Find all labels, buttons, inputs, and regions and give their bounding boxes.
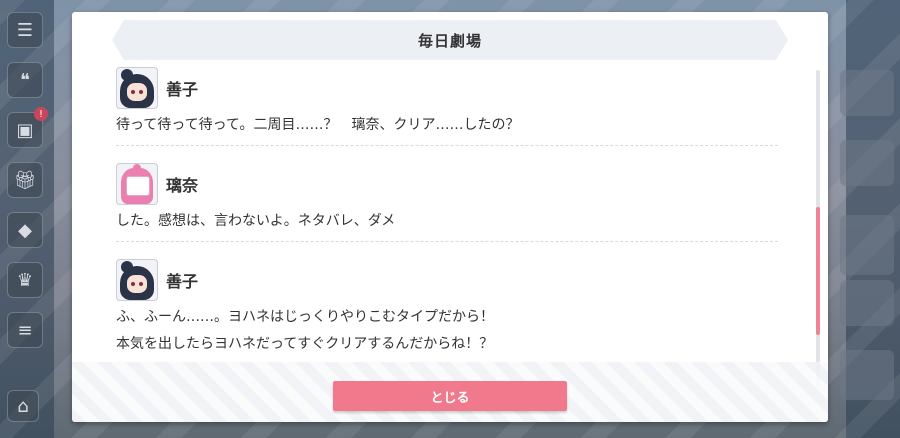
- event-icon: ▣: [16, 119, 34, 141]
- trophy-button[interactable]: ♛: [7, 262, 43, 298]
- yoshiko-icon: [116, 259, 158, 301]
- scrollbar[interactable]: [816, 70, 820, 388]
- divider: [116, 145, 778, 146]
- story-button[interactable]: ⌂: [7, 390, 39, 422]
- rina-icon: [116, 163, 158, 205]
- right-banner: [840, 140, 894, 186]
- dialogue-scroll-area[interactable]: 善子 待って待って待って。二周目……？ 璃奈、クリア……したの？ 璃奈 した。感…: [72, 64, 812, 374]
- speaker-name: 璃奈: [166, 176, 199, 195]
- divider: [116, 241, 778, 242]
- gift-icon: 🎁︎: [13, 169, 37, 191]
- yoshiko-icon: [116, 67, 158, 109]
- close-button[interactable]: とじる: [333, 381, 567, 411]
- gem-icon: ◆: [18, 219, 32, 241]
- scrollbar-thumb[interactable]: [816, 207, 820, 335]
- dialogue-entry: 璃奈 した。感想は、言わないよ。ネタバレ、ダメ: [116, 160, 778, 242]
- dialogue-entry: 善子 待って待って待って。二周目……？ 璃奈、クリア……したの？: [116, 64, 778, 146]
- list-button[interactable]: ≡: [7, 312, 43, 348]
- trophy-icon: ♛: [16, 269, 34, 291]
- dialogue-line: した。感想は、言わないよ。ネタバレ、ダメ: [116, 213, 396, 229]
- right-banner: [840, 350, 894, 400]
- right-banner: [840, 280, 894, 326]
- speaker-name: 善子: [166, 272, 199, 291]
- book-icon: ⌂: [17, 395, 29, 417]
- event-button[interactable]: ▣ !: [7, 107, 48, 148]
- menu-button[interactable]: ☰: [7, 12, 43, 48]
- dialogue-line: ふ、ふーん……。ヨハネはじっくりやりこむタイプだから！: [116, 309, 494, 325]
- dialogue-line: 本気を出したらヨハネだってすぐクリアするんだからね！？: [116, 336, 494, 352]
- right-banner: [840, 215, 894, 275]
- daily-theater-dialog: 毎日劇場 善子 待って待って待って。二周目……？ 璃奈、クリア……したの？ 璃奈: [72, 12, 828, 422]
- dialogue-entry: 善子 ふ、ふーん……。ヨハネはじっくりやりこむタイプだから！ 本気を出したらヨハ…: [116, 256, 778, 365]
- dialogue-line: 待って待って待って。二周目……？ 璃奈、クリア……したの？: [116, 117, 520, 133]
- right-banner: [840, 70, 894, 116]
- dialog-title: 毎日劇場: [417, 31, 482, 50]
- speech-bubble-icon: ❝: [20, 69, 30, 91]
- speaker-name: 善子: [166, 80, 199, 99]
- list-icon: ≡: [17, 319, 33, 341]
- present-button[interactable]: 🎁︎: [7, 162, 43, 198]
- hamburger-icon: ☰: [16, 19, 34, 41]
- notification-badge: !: [34, 107, 48, 121]
- dialog-header: 毎日劇場: [112, 20, 788, 60]
- chat-button[interactable]: ❝: [7, 62, 43, 98]
- gem-button[interactable]: ◆: [7, 212, 43, 248]
